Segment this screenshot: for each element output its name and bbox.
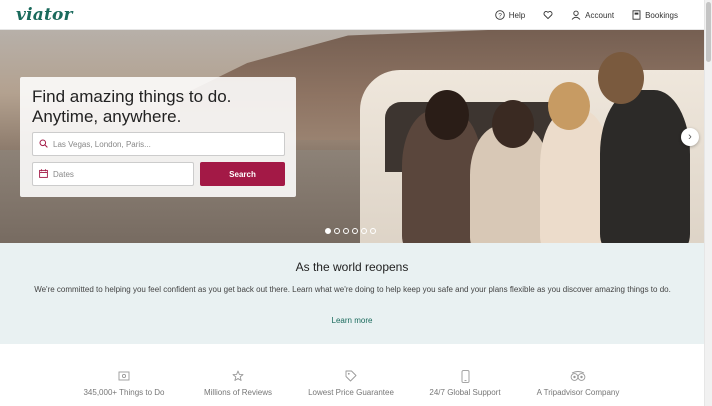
bookings-label: Bookings — [645, 10, 678, 20]
hero-person-head — [425, 90, 469, 140]
hero-person-head — [548, 82, 590, 130]
hero-headline: Find amazing things to do. Anytime, anyw… — [32, 87, 284, 127]
carousel-dot[interactable] — [352, 228, 358, 234]
feature-price-guarantee: Lowest Price Guarantee — [302, 370, 400, 397]
hero-banner: › Find amazing things to do. Anytime, an… — [0, 30, 704, 243]
page-scrollbar[interactable] — [704, 0, 712, 406]
carousel-dots — [325, 228, 376, 234]
search-icon — [39, 139, 48, 150]
help-icon: ? — [494, 10, 505, 20]
user-icon — [571, 10, 581, 20]
account-link[interactable]: Account — [571, 10, 614, 20]
carousel-dot[interactable] — [361, 228, 367, 234]
carousel-dot[interactable] — [370, 228, 376, 234]
bookings-link[interactable]: Bookings — [632, 10, 678, 20]
feature-strip: 345,000+ Things to Do Millions of Review… — [0, 344, 704, 406]
chevron-right-icon: › — [688, 131, 692, 143]
account-label: Account — [585, 10, 615, 20]
carousel-next-button[interactable]: › — [681, 128, 699, 146]
headline-line1: Find amazing things to do. — [32, 87, 232, 106]
carousel-dot[interactable] — [325, 228, 331, 234]
dates-input[interactable]: Dates — [32, 162, 194, 186]
scrollbar-thumb[interactable] — [706, 2, 711, 62]
carousel-dot[interactable] — [334, 228, 340, 234]
learn-more-link[interactable]: Learn more — [0, 316, 704, 325]
hero-person-head — [598, 52, 644, 104]
svg-text:?: ? — [498, 12, 502, 19]
reopen-title: As the world reopens — [295, 260, 409, 274]
headline-line2: Anytime, anywhere. — [32, 107, 182, 126]
dates-placeholder: Dates — [53, 169, 74, 179]
destination-search-input[interactable]: Las Vegas, London, Paris... — [32, 132, 285, 156]
feature-label: 345,000+ Things to Do — [83, 388, 165, 397]
tag-icon — [345, 370, 357, 384]
feature-label: Millions of Reviews — [203, 388, 273, 397]
star-icon — [232, 370, 244, 384]
phone-icon — [461, 370, 470, 384]
feature-support: 24/7 Global Support — [424, 370, 506, 397]
feature-things-to-do: 345,000+ Things to Do — [82, 370, 166, 397]
carousel-dot[interactable] — [343, 228, 349, 234]
reopen-body: We're committed to helping you feel conf… — [34, 285, 671, 294]
feature-label: 24/7 Global Support — [429, 388, 501, 397]
search-button[interactable]: Search — [200, 162, 285, 186]
reopen-section: As the world reopens We're committed to … — [0, 243, 704, 344]
hero-person — [600, 90, 690, 243]
help-link[interactable]: ? Help — [494, 10, 526, 20]
wishlist-link[interactable] — [543, 10, 553, 20]
calendar-icon — [39, 168, 48, 180]
ticket-icon — [118, 370, 130, 384]
heart-icon — [543, 10, 553, 20]
bookings-icon — [632, 10, 641, 20]
search-card: Find amazing things to do. Anytime, anyw… — [20, 77, 296, 197]
viator-logo[interactable]: viator — [16, 5, 73, 25]
feature-label: A Tripadvisor Company — [536, 388, 620, 397]
top-nav: ? Help Account Bookings — [494, 0, 678, 30]
destination-placeholder: Las Vegas, London, Paris... — [53, 139, 151, 149]
feature-tripadvisor: A Tripadvisor Company — [530, 370, 626, 397]
top-header: viator ? Help Account Bookings — [0, 0, 704, 30]
tripadvisor-owl-icon — [570, 370, 586, 384]
feature-reviews: Millions of Reviews — [199, 370, 277, 397]
feature-label: Lowest Price Guarantee — [308, 388, 394, 397]
hero-person-head — [492, 100, 534, 148]
help-label: Help — [508, 10, 526, 20]
